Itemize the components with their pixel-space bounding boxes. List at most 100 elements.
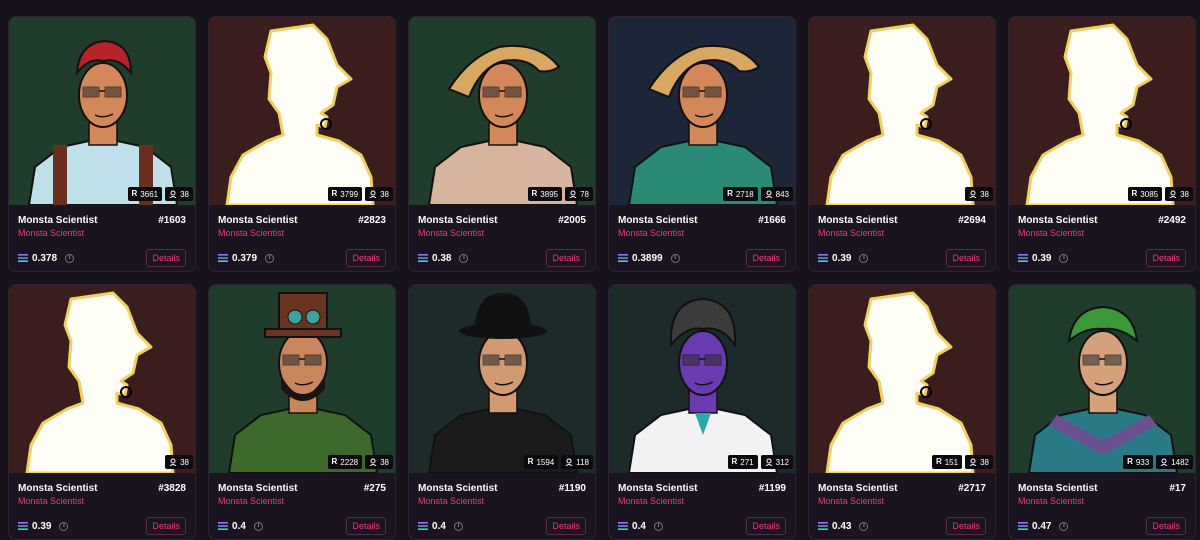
collection-link[interactable]: Monsta Scientist: [218, 496, 386, 508]
details-button[interactable]: Details: [946, 249, 986, 267]
collection-link[interactable]: Monsta Scientist: [18, 496, 186, 508]
info-icon[interactable]: i: [59, 521, 69, 531]
nft-card[interactable]: R 3895 78 Monsta Scientist #2005 Monsta …: [408, 16, 596, 272]
nft-card[interactable]: R 1594 118 Monsta Scientist #1190 Monsta…: [408, 284, 596, 540]
nft-card[interactable]: R 2228 38 Monsta Scientist #275 Monsta S…: [208, 284, 396, 540]
nft-card[interactable]: R 271 312 Monsta Scientist #1199 Monsta …: [608, 284, 796, 540]
price-value: 0.378: [32, 252, 58, 264]
price: 0.43 i: [818, 521, 869, 532]
info-icon[interactable]: i: [670, 253, 680, 263]
info-icon[interactable]: i: [859, 253, 869, 263]
nft-image[interactable]: R 3895 78: [409, 17, 595, 205]
owner-badge: 118: [561, 455, 593, 469]
nft-name: Monsta Scientist: [218, 214, 298, 226]
owner-badge: 78: [565, 187, 593, 201]
collection-link[interactable]: Monsta Scientist: [218, 228, 386, 240]
details-button[interactable]: Details: [546, 517, 586, 535]
collection-link[interactable]: Monsta Scientist: [418, 496, 586, 508]
nft-image[interactable]: R 2228 38: [209, 285, 395, 473]
collection-link[interactable]: Monsta Scientist: [418, 228, 586, 240]
nft-image[interactable]: R 933 1482: [1009, 285, 1195, 473]
nft-image[interactable]: R 38: [9, 285, 195, 473]
info-icon[interactable]: i: [1059, 253, 1069, 263]
owner-icon: [969, 190, 977, 198]
price-value: 0.39: [32, 520, 52, 532]
details-button[interactable]: Details: [746, 517, 786, 535]
nft-card[interactable]: R 3661 38 Monsta Scientist #1603 Monsta …: [8, 16, 196, 272]
nft-name: Monsta Scientist: [418, 482, 498, 494]
nft-image[interactable]: R 271 312: [609, 285, 795, 473]
info-icon[interactable]: i: [253, 521, 263, 531]
nft-card[interactable]: R 3085 38 Monsta Scientist #2492 Monsta …: [1008, 16, 1196, 272]
owner-badge: 38: [165, 187, 193, 201]
nft-card[interactable]: R 933 1482 Monsta Scientist #17 Monsta S…: [1008, 284, 1196, 540]
card-info: Monsta Scientist #1199 Monsta Scientist …: [609, 473, 795, 535]
card-info: Monsta Scientist #2694 Monsta Scientist …: [809, 205, 995, 267]
nft-card[interactable]: R 151 38 Monsta Scientist #2717 Monsta S…: [808, 284, 996, 540]
badge-group: R 3895 78: [527, 187, 593, 201]
collection-link[interactable]: Monsta Scientist: [818, 228, 986, 240]
details-button[interactable]: Details: [546, 249, 586, 267]
collection-link[interactable]: Monsta Scientist: [1018, 496, 1186, 508]
rarity-badge: R 1594: [523, 455, 559, 469]
rarity-rank: 151: [944, 457, 959, 467]
owner-icon: [369, 458, 377, 466]
solana-icon: [418, 522, 428, 530]
nft-image[interactable]: R 3661 38: [9, 17, 195, 205]
nft-artwork: [609, 17, 795, 205]
owner-count: 78: [580, 189, 589, 199]
nft-number: #2717: [958, 482, 986, 494]
solana-icon: [18, 522, 28, 530]
nft-card[interactable]: R 3799 38 Monsta Scientist #2823 Monsta …: [208, 16, 396, 272]
nft-number: #1190: [558, 482, 586, 494]
collection-link[interactable]: Monsta Scientist: [618, 228, 786, 240]
collection-link[interactable]: Monsta Scientist: [1018, 228, 1186, 240]
rarity-icon: R: [1127, 457, 1133, 466]
collection-link[interactable]: Monsta Scientist: [18, 228, 186, 240]
details-button[interactable]: Details: [946, 517, 986, 535]
rarity-rank: 933: [1135, 457, 1150, 467]
nft-card[interactable]: R 38 Monsta Scientist #2694 Monsta Scien…: [808, 16, 996, 272]
badge-group: R 38: [165, 455, 193, 469]
nft-image[interactable]: R 3799 38: [209, 17, 395, 205]
nft-image[interactable]: R 1594 118: [409, 285, 595, 473]
details-button[interactable]: Details: [346, 249, 386, 267]
owner-count: 38: [1180, 189, 1189, 199]
info-icon[interactable]: i: [1059, 521, 1069, 531]
details-button[interactable]: Details: [146, 249, 186, 267]
badge-group: R 271 312: [727, 455, 793, 469]
collection-link[interactable]: Monsta Scientist: [818, 496, 986, 508]
nft-card[interactable]: R 2718 843 Monsta Scientist #1666 Monsta…: [608, 16, 796, 272]
owner-count: 38: [980, 457, 989, 467]
info-icon[interactable]: i: [653, 521, 663, 531]
details-button[interactable]: Details: [1146, 517, 1186, 535]
details-button[interactable]: Details: [746, 249, 786, 267]
owner-icon: [369, 190, 377, 198]
info-icon[interactable]: i: [65, 253, 75, 263]
solana-icon: [1018, 522, 1028, 530]
card-info: Monsta Scientist #1603 Monsta Scientist …: [9, 205, 195, 267]
rarity-rank: 1594: [536, 457, 555, 467]
nft-card[interactable]: R 38 Monsta Scientist #3828 Monsta Scien…: [8, 284, 196, 540]
owner-count: 118: [576, 457, 589, 467]
details-button[interactable]: Details: [1146, 249, 1186, 267]
owner-icon: [1169, 190, 1177, 198]
nft-image[interactable]: R 151 38: [809, 285, 995, 473]
info-icon[interactable]: i: [453, 521, 463, 531]
nft-image[interactable]: R 2718 843: [609, 17, 795, 205]
owner-icon: [169, 458, 177, 466]
rarity-badge: R 271: [727, 455, 758, 469]
details-button[interactable]: Details: [346, 517, 386, 535]
info-icon[interactable]: i: [459, 253, 469, 263]
rarity-rank: 2718: [735, 189, 754, 199]
collection-link[interactable]: Monsta Scientist: [618, 496, 786, 508]
details-button[interactable]: Details: [146, 517, 186, 535]
nft-image[interactable]: R 3085 38: [1009, 17, 1195, 205]
nft-artwork: [9, 285, 195, 473]
nft-image[interactable]: R 38: [809, 17, 995, 205]
owner-badge: 843: [760, 187, 793, 201]
price: 0.39 i: [818, 253, 869, 264]
owner-count: 312: [775, 457, 789, 467]
info-icon[interactable]: i: [265, 253, 275, 263]
info-icon[interactable]: i: [859, 521, 869, 531]
